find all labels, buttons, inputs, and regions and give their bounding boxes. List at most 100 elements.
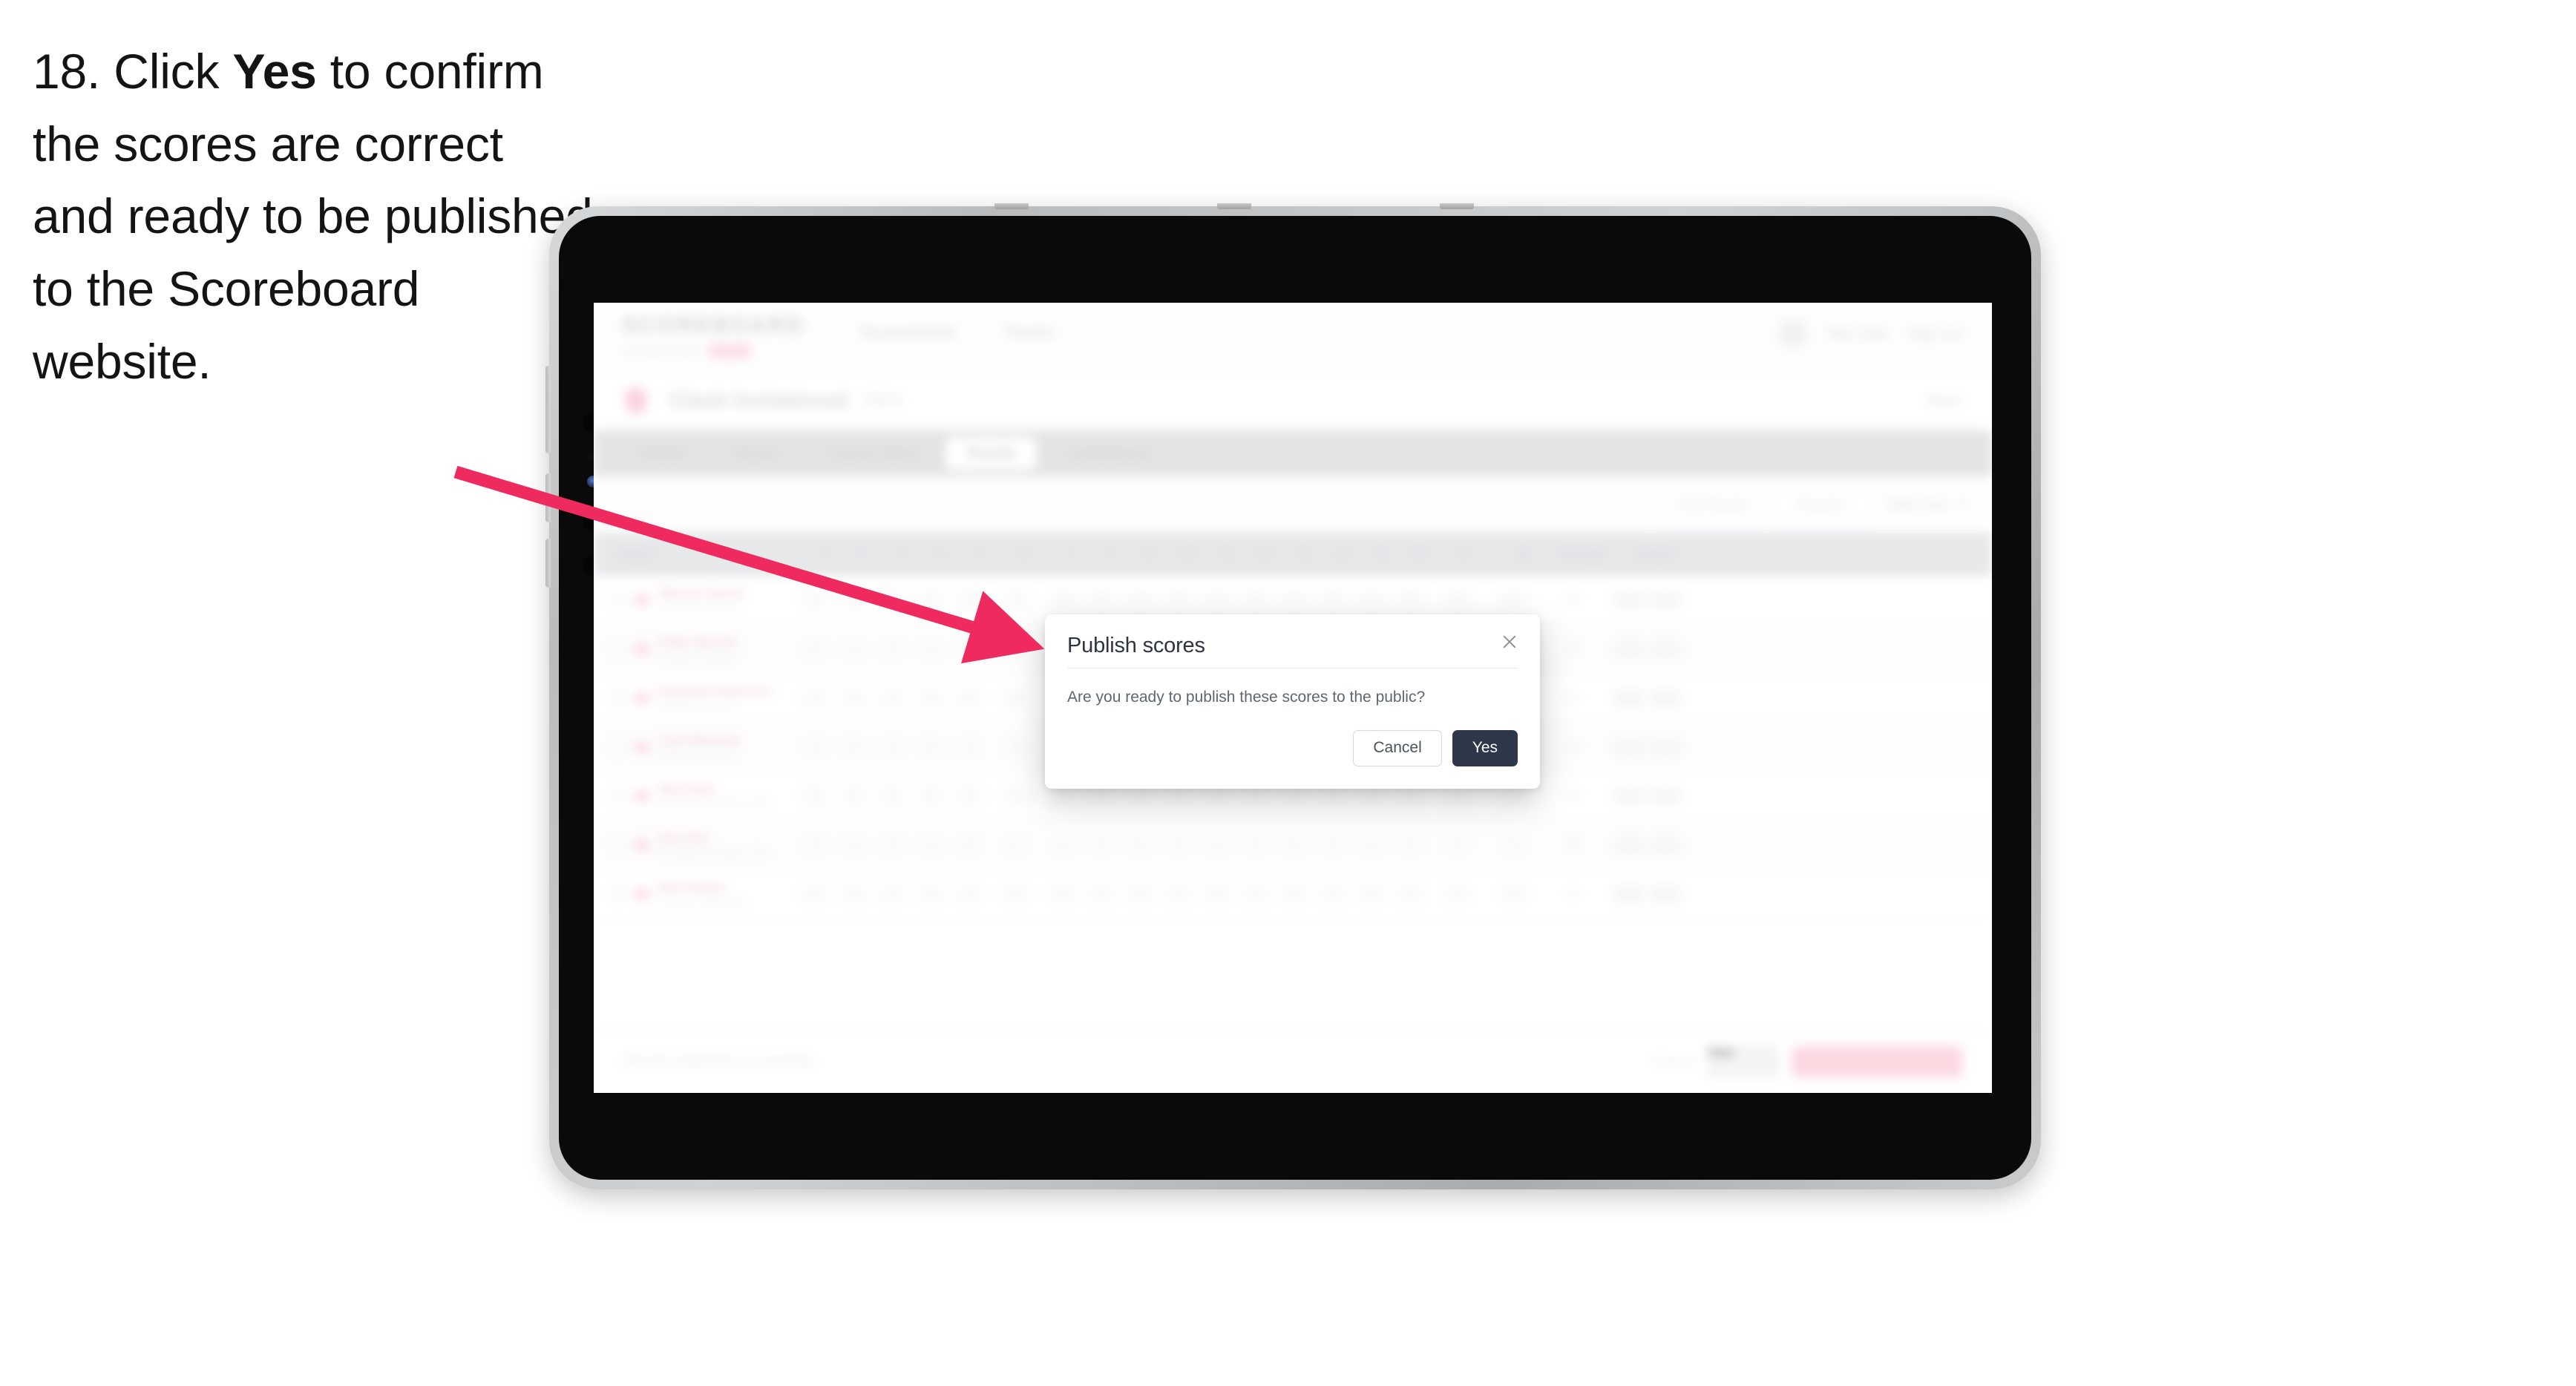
score-cell[interactable]: 4: [873, 639, 911, 659]
score-cell[interactable]: 4: [1121, 884, 1159, 904]
cancel-button[interactable]: Cancel: [1353, 730, 1442, 766]
row-checkbox[interactable]: [610, 690, 626, 706]
score-cell[interactable]: 4: [950, 786, 989, 806]
table-column-header[interactable]: 3: [882, 548, 920, 561]
score-cell[interactable]: 4: [1121, 786, 1159, 806]
score-cell[interactable]: 4: [1391, 590, 1429, 610]
score-cell[interactable]: 4: [1159, 835, 1198, 855]
score-cell[interactable]: 4: [1484, 590, 1542, 610]
score-cell[interactable]: 5: [1275, 590, 1314, 610]
score-cell[interactable]: 3: [834, 884, 873, 904]
tab-course-setup[interactable]: Course Setup: [806, 437, 938, 470]
tab-leaderboard[interactable]: Leaderboard: [1044, 437, 1170, 470]
table-column-header[interactable]: 1: [804, 548, 843, 561]
volume-up-button[interactable]: [545, 473, 551, 522]
table-column-header[interactable]: 9: [1130, 548, 1168, 561]
score-cell[interactable]: 4: [834, 835, 873, 855]
score-cell[interactable]: 4: [834, 590, 873, 610]
table-column-header[interactable]: 12: [1245, 548, 1284, 561]
score-cell[interactable]: 5: [950, 835, 989, 855]
score-cell[interactable]: 4: [1314, 590, 1352, 610]
score-cell[interactable]: 4: [1429, 786, 1484, 806]
score-cell[interactable]: 4: [1198, 590, 1236, 610]
score-cell[interactable]: 5: [873, 786, 911, 806]
score-cell[interactable]: 5: [834, 688, 873, 708]
score-cell[interactable]: 4: [1484, 884, 1542, 904]
score-cell[interactable]: 4: [911, 884, 950, 904]
score-cell[interactable]: 4: [989, 639, 1043, 659]
table-column-header[interactable]: Through: [1551, 548, 1612, 561]
table-column-header[interactable]: Player: [594, 548, 804, 561]
score-cell[interactable]: 4: [873, 884, 911, 904]
table-column-header[interactable]: 13: [1284, 548, 1323, 561]
score-cell[interactable]: 5: [950, 590, 989, 610]
row-checkbox[interactable]: [610, 886, 626, 901]
table-column-header[interactable]: 6: [997, 548, 1052, 561]
nav-item-teams[interactable]: Teams: [1004, 322, 1055, 342]
score-cell[interactable]: 3: [1429, 835, 1484, 855]
score-cell[interactable]: 5: [1484, 835, 1542, 855]
nav-item-tournaments[interactable]: Tournaments: [858, 322, 957, 342]
table-column-header[interactable]: 18: [1493, 548, 1551, 561]
score-cell[interactable]: 4: [1159, 786, 1198, 806]
score-cell[interactable]: 3: [796, 786, 834, 806]
score-cell[interactable]: 4: [1314, 835, 1352, 855]
score-cell[interactable]: 4: [1159, 590, 1198, 610]
score-cell[interactable]: 4: [1352, 835, 1391, 855]
yes-button[interactable]: Yes: [1452, 730, 1518, 766]
table-column-header[interactable]: 4: [920, 548, 959, 561]
score-cell[interactable]: 5: [1275, 835, 1314, 855]
row-action-button[interactable]: [1613, 738, 1645, 756]
table-column-header[interactable]: 5: [959, 548, 997, 561]
brand-logo[interactable]: SCOREBOARD Tournament Admin BETA: [622, 313, 803, 358]
score-cell[interactable]: 4: [950, 737, 989, 757]
score-cell[interactable]: 4: [1352, 786, 1391, 806]
score-cell[interactable]: 4: [911, 639, 950, 659]
score-cell[interactable]: 5: [1121, 835, 1159, 855]
score-cell[interactable]: 4: [989, 835, 1043, 855]
row-action-button[interactable]: [1649, 640, 1681, 658]
score-cell[interactable]: 4: [1429, 884, 1484, 904]
score-cell[interactable]: 4: [1391, 884, 1429, 904]
table-column-header[interactable]: Actions: [1612, 548, 1700, 561]
score-cell[interactable]: 3: [1121, 590, 1159, 610]
score-cell[interactable]: 5: [796, 884, 834, 904]
avatar[interactable]: [1780, 321, 1807, 347]
table-column-header[interactable]: 10: [1168, 548, 1207, 561]
footer-cancel-link[interactable]: Cancel: [1653, 1054, 1694, 1070]
score-cell[interactable]: 4: [1198, 835, 1236, 855]
publish-to-scoreboard-button[interactable]: Publish to Scoreboard: [1792, 1046, 1962, 1077]
score-cell[interactable]: 4: [1275, 786, 1314, 806]
score-cell[interactable]: 4: [911, 786, 950, 806]
score-cell[interactable]: 5: [1236, 786, 1275, 806]
row-action-button[interactable]: [1613, 835, 1645, 854]
score-cell[interactable]: 4: [989, 590, 1043, 610]
row-checkbox[interactable]: [610, 739, 626, 755]
score-cell[interactable]: 3: [1236, 590, 1275, 610]
score-cell[interactable]: 4: [1082, 786, 1121, 806]
score-cell[interactable]: 4: [1043, 590, 1082, 610]
table-column-header[interactable]: 11: [1207, 548, 1245, 561]
score-cell[interactable]: 4: [1082, 884, 1121, 904]
score-cell[interactable]: 4: [796, 835, 834, 855]
round-select-1[interactable]: First Round: [1662, 487, 1762, 522]
score-cell[interactable]: 3: [1314, 786, 1352, 806]
sign-out-link[interactable]: Sign out: [1908, 326, 1962, 343]
row-checkbox[interactable]: [610, 788, 626, 804]
volume-down-button[interactable]: [545, 539, 551, 588]
score-cell[interactable]: 5: [950, 688, 989, 708]
score-cell[interactable]: 4: [1159, 884, 1198, 904]
score-cell[interactable]: 5: [1198, 884, 1236, 904]
row-action-button[interactable]: [1613, 689, 1645, 707]
table-view-link[interactable]: Table View: [1884, 497, 1967, 513]
table-column-header[interactable]: 7: [1052, 548, 1091, 561]
row-checkbox[interactable]: [610, 641, 626, 657]
score-cell[interactable]: 4: [1352, 590, 1391, 610]
score-cell[interactable]: 4: [834, 786, 873, 806]
row-action-button[interactable]: [1613, 591, 1645, 609]
score-cell[interactable]: 4: [950, 884, 989, 904]
score-cell[interactable]: 4: [989, 786, 1043, 806]
score-cell[interactable]: 4: [989, 688, 1043, 708]
table-column-header[interactable]: 15: [1361, 548, 1400, 561]
search-input[interactable]: [619, 489, 1651, 520]
